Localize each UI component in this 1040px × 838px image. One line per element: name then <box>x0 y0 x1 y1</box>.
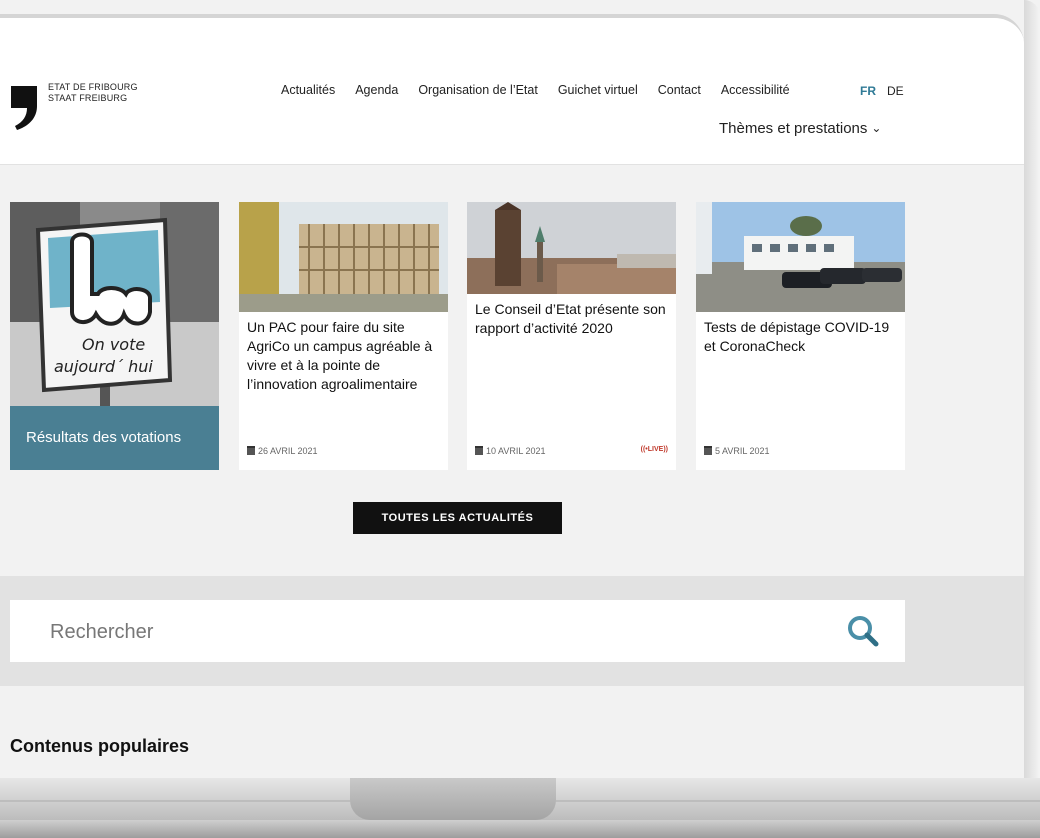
card-date-text: 10 AVRIL 2021 <box>486 446 546 456</box>
all-news-button[interactable]: TOUTES LES ACTUALITÉS <box>353 502 562 534</box>
news-card-agrico[interactable]: Un PAC pour faire du site AgriCo un camp… <box>239 202 448 470</box>
chevron-down-icon: ⌄ <box>871 121 882 135</box>
nav-contact[interactable]: Contact <box>658 83 701 97</box>
calendar-icon <box>247 446 255 455</box>
laptop-bezel-top <box>0 0 1040 14</box>
fribourg-logo-icon[interactable] <box>9 84 39 130</box>
search-icon[interactable] <box>846 614 880 648</box>
laptop-frame: ETAT DE FRIBOURG STAAT FREIBURG Actualit… <box>0 0 1040 838</box>
search-box <box>10 600 905 662</box>
nav-agenda[interactable]: Agenda <box>355 83 398 97</box>
laptop-notch <box>350 778 556 820</box>
nav-organisation[interactable]: Organisation de l’Etat <box>418 83 538 97</box>
news-card-rapport[interactable]: Le Conseil d’Etat présente son rapport d… <box>467 202 676 470</box>
main-nav: Actualités Agenda Organisation de l’Etat… <box>281 83 810 97</box>
card-date: 10 AVRIL 2021 <box>475 446 546 456</box>
fribourg-cathedral-image <box>467 202 676 294</box>
card-title: Le Conseil d’Etat présente son rapport d… <box>475 301 666 336</box>
logo-line-1: ETAT DE FRIBOURG <box>48 82 138 92</box>
logo-line-2: STAAT FREIBURG <box>48 93 128 103</box>
calendar-icon <box>704 446 712 455</box>
lang-fr[interactable]: FR <box>860 84 876 98</box>
laptop-bezel-right <box>1024 0 1040 780</box>
covid-test-center-image <box>696 202 905 312</box>
site-header: ETAT DE FRIBOURG STAAT FREIBURG Actualit… <box>0 18 1024 165</box>
agrico-campus-image <box>239 202 448 312</box>
vote-sign-image: On vote aujourd´ hui <box>10 202 219 406</box>
card-date-text: 5 AVRIL 2021 <box>715 446 770 456</box>
nav-actualites[interactable]: Actualités <box>281 83 335 97</box>
card-date: 26 AVRIL 2021 <box>247 446 318 456</box>
nav-guichet-virtuel[interactable]: Guichet virtuel <box>558 83 638 97</box>
themes-label: Thèmes et prestations <box>719 120 868 137</box>
laptop-base-bottom <box>0 820 1040 838</box>
nav-accessibilite[interactable]: Accessibilité <box>721 83 790 97</box>
live-badge-text: LIVE <box>647 446 664 453</box>
card-title: Tests de dépistage COVID-19 et CoronaChe… <box>704 319 890 354</box>
vote-results-card[interactable]: On vote aujourd´ hui Résultats des votat… <box>10 202 219 470</box>
themes-dropdown[interactable]: Thèmes et prestations ⌄ <box>719 120 881 137</box>
vote-results-label: Résultats des votations <box>10 406 219 470</box>
popular-content-heading: Contenus populaires <box>10 736 190 756</box>
browser-screen: ETAT DE FRIBOURG STAAT FREIBURG Actualit… <box>0 14 1024 782</box>
card-date-text: 26 AVRIL 2021 <box>258 446 318 456</box>
sign-line-1: On vote <box>82 335 145 354</box>
lang-de[interactable]: DE <box>887 84 904 98</box>
live-badge: ((•LIVE)) <box>640 446 668 453</box>
calendar-icon <box>475 446 483 455</box>
card-title: Un PAC pour faire du site AgriCo un camp… <box>247 319 433 392</box>
search-input[interactable] <box>48 614 812 650</box>
sign-line-2: aujourd´ hui <box>54 357 153 376</box>
site-logo-text[interactable]: ETAT DE FRIBOURG STAAT FREIBURG <box>48 82 138 104</box>
card-date: 5 AVRIL 2021 <box>704 446 770 456</box>
news-card-covid[interactable]: Tests de dépistage COVID-19 et CoronaChe… <box>696 202 905 470</box>
